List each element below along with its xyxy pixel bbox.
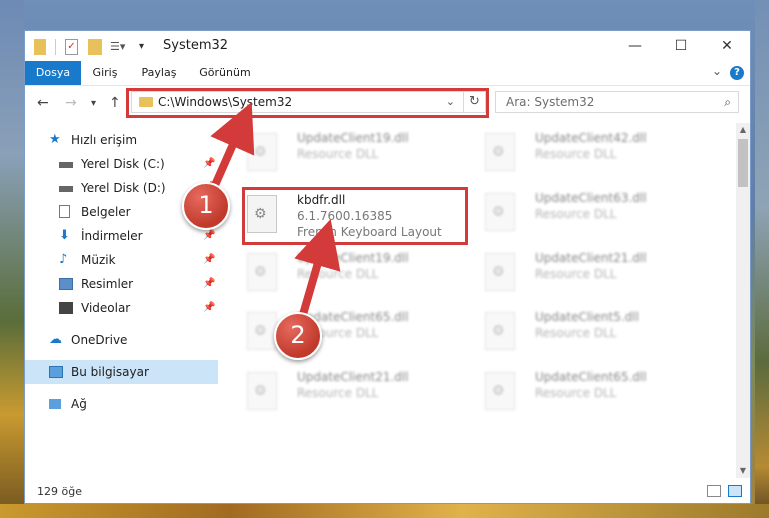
- arrow-to-file: [294, 218, 341, 322]
- annotation-arrows: [208, 102, 341, 322]
- step-2-badge: 2: [274, 312, 322, 360]
- step-1-badge: 1: [182, 182, 230, 230]
- arrow-to-address-bar: [208, 102, 255, 196]
